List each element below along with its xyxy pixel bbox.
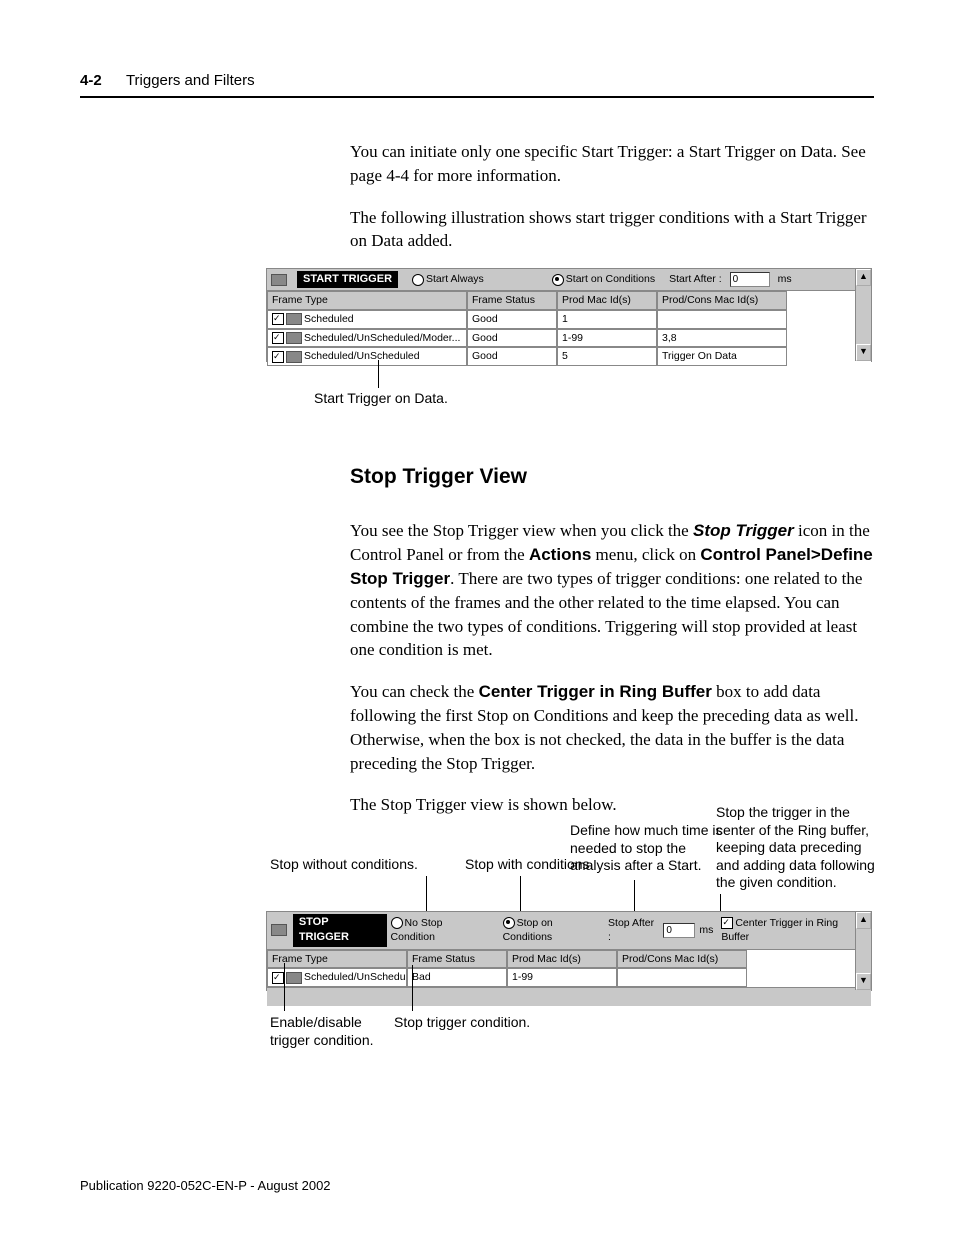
section-heading: Stop Trigger View bbox=[350, 462, 874, 491]
col-prodcons-mac: Prod/Cons Mac Id(s) bbox=[617, 950, 747, 969]
callout-line bbox=[720, 894, 721, 911]
callout-center-ring: Stop the trigger in the center of the Ri… bbox=[716, 804, 876, 892]
scrollbar[interactable]: ▲ ▼ bbox=[855, 912, 871, 990]
col-frame-status: Frame Status bbox=[467, 291, 557, 310]
col-frame-type: Frame Type bbox=[267, 291, 467, 310]
col-prod-mac: Prod Mac Id(s) bbox=[507, 950, 617, 969]
scroll-down-icon[interactable]: ▼ bbox=[856, 344, 871, 361]
stop-trigger-screenshot: STOP TRIGGER No Stop Condition Stop on C… bbox=[266, 911, 872, 991]
stop-topbar: STOP TRIGGER No Stop Condition Stop on C… bbox=[267, 912, 871, 950]
callout-enable-disable: Enable/disable trigger condition. bbox=[270, 1014, 400, 1049]
col-frame-type: Frame Type bbox=[267, 950, 407, 969]
row-icon bbox=[286, 972, 302, 984]
table-row[interactable]: Scheduled Good1 bbox=[267, 310, 871, 329]
start-title: START TRIGGER bbox=[297, 271, 398, 288]
callout-no-stop: Stop without conditions. bbox=[270, 856, 440, 874]
page-header: 4-2 Triggers and Filters bbox=[80, 68, 874, 98]
scroll-up-icon[interactable]: ▲ bbox=[856, 912, 871, 929]
stop-grid: Frame Type Frame Status Prod Mac Id(s) P… bbox=[267, 950, 871, 1006]
row-checkbox-icon[interactable] bbox=[272, 313, 284, 325]
callout-start-data: Start Trigger on Data. bbox=[314, 390, 448, 408]
callout-stop-trigger-cond: Stop trigger condition. bbox=[394, 1014, 574, 1032]
radio-start-conditions[interactable]: Start on Conditions bbox=[552, 272, 655, 287]
callout-stop-after: Define how much time is needed to stop t… bbox=[570, 822, 740, 875]
stop-after-input[interactable]: 0 bbox=[663, 923, 695, 938]
row-checkbox-icon[interactable] bbox=[272, 972, 284, 984]
scroll-down-icon[interactable]: ▼ bbox=[856, 973, 871, 990]
callout-line bbox=[378, 360, 379, 388]
table-row[interactable]: Scheduled/UnScheduled Good5Trigger On Da… bbox=[267, 347, 871, 366]
chapter-title: Triggers and Filters bbox=[126, 72, 255, 89]
publication-footer: Publication 9220-052C-EN-P - August 2002 bbox=[80, 1177, 331, 1195]
row-checkbox-icon[interactable] bbox=[272, 332, 284, 344]
start-topbar: START TRIGGER Start Always Start on Cond… bbox=[267, 269, 871, 291]
app-icon bbox=[271, 274, 287, 286]
start-grid: Frame Type Frame Status Prod Mac Id(s) P… bbox=[267, 291, 871, 366]
intro-para-2: The following illustration shows start t… bbox=[350, 206, 874, 254]
radio-start-always[interactable]: Start Always bbox=[412, 272, 484, 287]
stop-after-label: Stop After : bbox=[608, 916, 659, 945]
row-checkbox-icon[interactable] bbox=[272, 351, 284, 363]
center-ring-checkbox[interactable]: Center Trigger in Ring Buffer bbox=[721, 916, 867, 945]
page-number: 4-2 bbox=[80, 72, 102, 89]
start-after-unit: ms bbox=[778, 272, 792, 287]
col-prodcons-mac: Prod/Cons Mac Id(s) bbox=[657, 291, 787, 310]
intro-para-1: You can initiate only one specific Start… bbox=[350, 140, 874, 188]
table-row[interactable]: Scheduled/UnScheduled/Moder... Good1-993… bbox=[267, 329, 871, 348]
stop-title: STOP TRIGGER bbox=[293, 914, 387, 947]
row-icon bbox=[286, 313, 302, 325]
app-icon bbox=[271, 924, 287, 936]
start-after-label: Start After : bbox=[669, 272, 722, 287]
scroll-up-icon[interactable]: ▲ bbox=[856, 269, 871, 286]
stop-para-2: You can check the Center Trigger in Ring… bbox=[350, 680, 874, 775]
stop-after-unit: ms bbox=[699, 923, 713, 938]
radio-no-stop[interactable]: No Stop Condition bbox=[391, 916, 489, 945]
col-prod-mac: Prod Mac Id(s) bbox=[557, 291, 657, 310]
callout-line bbox=[284, 963, 285, 1011]
row-icon bbox=[286, 351, 302, 363]
radio-stop-conditions[interactable]: Stop on Conditions bbox=[503, 916, 604, 945]
callout-line bbox=[412, 965, 413, 1011]
col-frame-status: Frame Status bbox=[407, 950, 507, 969]
scrollbar[interactable]: ▲ ▼ bbox=[855, 269, 871, 361]
table-row[interactable]: Scheduled/UnScheduled/Moder... Bad1-99 bbox=[267, 968, 871, 987]
callout-line bbox=[426, 876, 427, 911]
stop-para-1: You see the Stop Trigger view when you c… bbox=[350, 519, 874, 662]
start-after-input[interactable]: 0 bbox=[730, 272, 770, 287]
callout-line bbox=[520, 876, 521, 911]
start-trigger-screenshot: START TRIGGER Start Always Start on Cond… bbox=[266, 268, 872, 362]
row-icon bbox=[286, 332, 302, 344]
callout-line bbox=[634, 880, 635, 911]
